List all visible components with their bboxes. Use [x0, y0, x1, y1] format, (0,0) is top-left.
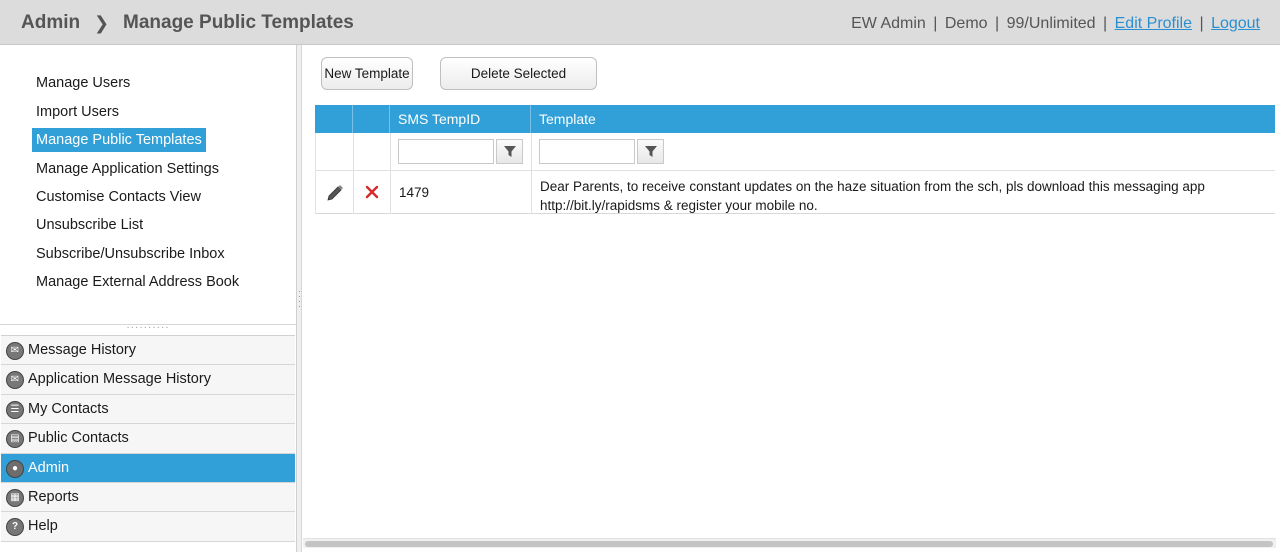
- menu-help[interactable]: ? Help: [1, 512, 295, 542]
- menu-label: Help: [28, 518, 58, 535]
- filter-cell-empty: [354, 133, 391, 171]
- menu-label: Message History: [28, 342, 136, 358]
- account-name: Demo: [944, 15, 988, 32]
- edit-profile-link[interactable]: Edit Profile: [1115, 15, 1192, 32]
- templates-grid: SMS TempID Template 1479 Dear Parents, t…: [315, 105, 1275, 214]
- quota-text: 99/Unlimited: [1006, 15, 1096, 32]
- menu-label: Public Contacts: [28, 430, 129, 447]
- page-title: Manage Public Templates: [123, 12, 354, 33]
- horizontal-scrollbar[interactable]: [303, 538, 1276, 548]
- menu-message-history[interactable]: ✉ Message History: [1, 336, 295, 366]
- application-message-icon: ✉: [6, 371, 24, 390]
- help-icon: ?: [6, 518, 24, 537]
- filter-row: [315, 133, 1275, 171]
- menu-label: Admin: [28, 459, 70, 476]
- public-contacts-icon: ▤: [6, 430, 24, 449]
- table-row: 1479 Dear Parents, to receive constant u…: [315, 171, 1275, 214]
- column-header-edit: [315, 105, 353, 133]
- submenu-manage-application-settings[interactable]: Manage Application Settings: [32, 157, 223, 181]
- reports-icon: ▦: [6, 488, 24, 507]
- delete-cell: [354, 171, 391, 214]
- menu-label: Reports: [28, 488, 79, 505]
- admin-submenu: Manage Users Import Users Manage Public …: [0, 45, 296, 325]
- filter-cell-empty: [316, 133, 354, 171]
- separator: |: [1199, 15, 1204, 32]
- template-filter-input[interactable]: [539, 139, 635, 164]
- column-header-sms-tempid[interactable]: SMS TempID: [390, 105, 531, 133]
- separator: |: [995, 15, 1000, 32]
- filter-cell-template: [532, 133, 1276, 171]
- separator: |: [1103, 15, 1108, 32]
- column-header-template[interactable]: Template: [531, 105, 1275, 133]
- edit-pencil-icon[interactable]: [326, 184, 344, 202]
- menu-reports[interactable]: ▦ Reports: [1, 482, 295, 513]
- submenu-import-users[interactable]: Import Users: [32, 100, 123, 124]
- new-template-button[interactable]: New Template: [321, 57, 413, 90]
- tempid-cell: 1479: [391, 171, 532, 214]
- template-text-line: Dear Parents, to receive constant update…: [540, 179, 1205, 194]
- main-content: New Template Delete Selected SMS TempID …: [303, 45, 1280, 552]
- scrollbar-thumb[interactable]: [305, 541, 1273, 547]
- submenu-manage-users[interactable]: Manage Users: [32, 71, 134, 95]
- menu-application-message-history[interactable]: ✉ Application Message History: [1, 365, 295, 395]
- user-name: EW Admin: [851, 15, 926, 32]
- chevron-right-icon: ❯: [94, 13, 110, 33]
- filter-icon[interactable]: [637, 139, 664, 164]
- delete-selected-button[interactable]: Delete Selected: [440, 57, 597, 90]
- breadcrumb-admin[interactable]: Admin: [21, 12, 80, 34]
- top-header: Admin ❯ Manage Public Templates EW Admin…: [0, 0, 1280, 45]
- vertical-splitter-handle[interactable]: · · · ·: [297, 45, 302, 552]
- filter-cell-tempid: [391, 133, 532, 171]
- user-info: EW Admin | Demo | 99/Unlimited | Edit Pr…: [851, 15, 1260, 33]
- menu-label: Application Message History: [28, 371, 211, 388]
- splitter-grip-icon: · · · ·: [298, 286, 301, 311]
- menu-admin[interactable]: ● Admin: [1, 453, 295, 483]
- menu-label: My Contacts: [28, 400, 109, 417]
- menu-my-contacts[interactable]: ☰ My Contacts: [1, 394, 295, 425]
- submenu-unsubscribe-list[interactable]: Unsubscribe List: [32, 213, 147, 237]
- filter-icon[interactable]: [496, 139, 523, 164]
- grid-header: SMS TempID Template: [315, 105, 1275, 133]
- template-text: Dear Parents, to receive constant update…: [540, 177, 1205, 215]
- submenu-manage-external-address-book[interactable]: Manage External Address Book: [32, 270, 243, 294]
- logout-link[interactable]: Logout: [1211, 15, 1260, 32]
- admin-user-icon: ●: [6, 459, 24, 478]
- tempid-value: 1479: [399, 185, 430, 200]
- contacts-icon: ☰: [6, 400, 24, 419]
- separator: |: [933, 15, 938, 32]
- column-header-delete: [353, 105, 390, 133]
- template-text-line: http://bit.ly/rapidsms & register your m…: [540, 198, 818, 213]
- main-menu: ✉ Message History ✉ Application Message …: [1, 335, 295, 542]
- delete-x-icon[interactable]: [364, 184, 380, 200]
- message-history-icon: ✉: [6, 342, 24, 360]
- submenu-customise-contacts-view[interactable]: Customise Contacts View: [32, 185, 205, 209]
- edit-cell: [316, 171, 354, 214]
- submenu-subscribe-unsubscribe-inbox[interactable]: Subscribe/Unsubscribe Inbox: [32, 242, 229, 266]
- tempid-filter-input[interactable]: [398, 139, 494, 164]
- template-cell: Dear Parents, to receive constant update…: [532, 171, 1276, 214]
- submenu-manage-public-templates[interactable]: Manage Public Templates: [32, 128, 206, 152]
- menu-public-contacts[interactable]: ▤ Public Contacts: [1, 424, 295, 454]
- horizontal-splitter-handle[interactable]: ··········: [0, 323, 296, 334]
- left-panel: Manage Users Import Users Manage Public …: [0, 45, 297, 552]
